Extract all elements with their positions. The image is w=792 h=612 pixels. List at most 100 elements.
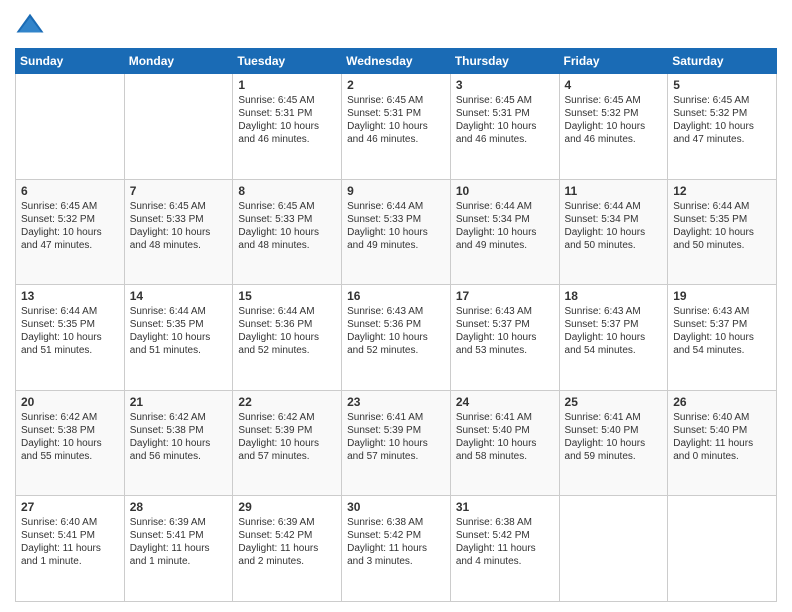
day-number: 15 [238,289,336,303]
weekday-header-monday: Monday [124,49,233,74]
day-number: 6 [21,184,119,198]
calendar-cell: 7 Sunrise: 6:45 AM Sunset: 5:33 PM Daylig… [124,179,233,285]
day-info: Sunrise: 6:39 AM Sunset: 5:41 PM Dayligh… [130,516,228,568]
day-number: 13 [21,289,119,303]
day-info: Sunrise: 6:44 AM Sunset: 5:34 PM Dayligh… [456,200,554,252]
calendar-cell: 1 Sunrise: 6:45 AM Sunset: 5:31 PM Daylig… [233,74,342,180]
calendar-cell: 19 Sunrise: 6:43 AM Sunset: 5:37 PM Dayli… [668,285,777,391]
calendar-cell: 6 Sunrise: 6:45 AM Sunset: 5:32 PM Daylig… [16,179,125,285]
weekday-header-sunday: Sunday [16,49,125,74]
day-number: 17 [456,289,554,303]
calendar-week-5: 27 Sunrise: 6:40 AM Sunset: 5:41 PM Dayli… [16,496,777,602]
calendar-table: SundayMondayTuesdayWednesdayThursdayFrid… [15,48,777,602]
weekday-header-row: SundayMondayTuesdayWednesdayThursdayFrid… [16,49,777,74]
day-info: Sunrise: 6:44 AM Sunset: 5:33 PM Dayligh… [347,200,445,252]
day-info: Sunrise: 6:45 AM Sunset: 5:31 PM Dayligh… [456,94,554,146]
calendar-cell: 23 Sunrise: 6:41 AM Sunset: 5:39 PM Dayli… [342,390,451,496]
day-info: Sunrise: 6:45 AM Sunset: 5:33 PM Dayligh… [238,200,336,252]
day-info: Sunrise: 6:39 AM Sunset: 5:42 PM Dayligh… [238,516,336,568]
calendar-cell: 9Sunrise: 6:44 AM Sunset: 5:33 PM Daylig… [342,179,451,285]
calendar-cell: 3 Sunrise: 6:45 AM Sunset: 5:31 PM Daylig… [450,74,559,180]
day-number: 31 [456,500,554,514]
day-number: 23 [347,395,445,409]
calendar-cell: 26Sunrise: 6:40 AM Sunset: 5:40 PM Dayli… [668,390,777,496]
day-info: Sunrise: 6:45 AM Sunset: 5:33 PM Dayligh… [130,200,228,252]
calendar-week-2: 6 Sunrise: 6:45 AM Sunset: 5:32 PM Daylig… [16,179,777,285]
day-number: 29 [238,500,336,514]
day-number: 20 [21,395,119,409]
day-number: 28 [130,500,228,514]
day-info: Sunrise: 6:44 AM Sunset: 5:34 PM Dayligh… [565,200,663,252]
day-number: 5 [673,78,771,92]
day-number: 7 [130,184,228,198]
weekday-header-saturday: Saturday [668,49,777,74]
day-number: 14 [130,289,228,303]
day-number: 1 [238,78,336,92]
day-number: 11 [565,184,663,198]
weekday-header-thursday: Thursday [450,49,559,74]
day-number: 10 [456,184,554,198]
day-info: Sunrise: 6:41 AM Sunset: 5:39 PM Dayligh… [347,411,445,463]
day-info: Sunrise: 6:44 AM Sunset: 5:35 PM Dayligh… [130,305,228,357]
day-number: 18 [565,289,663,303]
day-number: 27 [21,500,119,514]
day-number: 16 [347,289,445,303]
day-number: 4 [565,78,663,92]
day-number: 30 [347,500,445,514]
calendar-cell: 15Sunrise: 6:44 AM Sunset: 5:36 PM Dayli… [233,285,342,391]
day-info: Sunrise: 6:38 AM Sunset: 5:42 PM Dayligh… [456,516,554,568]
calendar-cell: 2Sunrise: 6:45 AM Sunset: 5:31 PM Daylig… [342,74,451,180]
calendar-cell: 4 Sunrise: 6:45 AM Sunset: 5:32 PM Daylig… [559,74,668,180]
calendar-week-3: 13 Sunrise: 6:44 AM Sunset: 5:35 PM Dayli… [16,285,777,391]
weekday-header-wednesday: Wednesday [342,49,451,74]
calendar-cell [559,496,668,602]
day-info: Sunrise: 6:42 AM Sunset: 5:38 PM Dayligh… [21,411,119,463]
header [15,10,777,40]
day-info: Sunrise: 6:43 AM Sunset: 5:37 PM Dayligh… [456,305,554,357]
day-number: 8 [238,184,336,198]
day-number: 24 [456,395,554,409]
calendar-cell: 13 Sunrise: 6:44 AM Sunset: 5:35 PM Dayli… [16,285,125,391]
day-info: Sunrise: 6:42 AM Sunset: 5:38 PM Dayligh… [130,411,228,463]
calendar-cell: 22Sunrise: 6:42 AM Sunset: 5:39 PM Dayli… [233,390,342,496]
calendar-cell: 17 Sunrise: 6:43 AM Sunset: 5:37 PM Dayli… [450,285,559,391]
day-number: 25 [565,395,663,409]
calendar-cell [124,74,233,180]
calendar-cell: 14 Sunrise: 6:44 AM Sunset: 5:35 PM Dayli… [124,285,233,391]
calendar-week-1: 1 Sunrise: 6:45 AM Sunset: 5:31 PM Daylig… [16,74,777,180]
calendar-cell: 24 Sunrise: 6:41 AM Sunset: 5:40 PM Dayli… [450,390,559,496]
calendar-cell: 10 Sunrise: 6:44 AM Sunset: 5:34 PM Dayli… [450,179,559,285]
weekday-header-tuesday: Tuesday [233,49,342,74]
day-number: 22 [238,395,336,409]
day-info: Sunrise: 6:45 AM Sunset: 5:32 PM Dayligh… [565,94,663,146]
calendar-body: 1 Sunrise: 6:45 AM Sunset: 5:31 PM Daylig… [16,74,777,602]
day-info: Sunrise: 6:45 AM Sunset: 5:31 PM Dayligh… [238,94,336,146]
day-info: Sunrise: 6:43 AM Sunset: 5:37 PM Dayligh… [673,305,771,357]
calendar-cell: 30Sunrise: 6:38 AM Sunset: 5:42 PM Dayli… [342,496,451,602]
day-info: Sunrise: 6:44 AM Sunset: 5:35 PM Dayligh… [21,305,119,357]
day-number: 3 [456,78,554,92]
day-number: 12 [673,184,771,198]
calendar-cell: 12 Sunrise: 6:44 AM Sunset: 5:35 PM Dayli… [668,179,777,285]
calendar-cell: 20 Sunrise: 6:42 AM Sunset: 5:38 PM Dayli… [16,390,125,496]
calendar-cell: 18 Sunrise: 6:43 AM Sunset: 5:37 PM Dayli… [559,285,668,391]
logo-icon [15,10,45,40]
calendar-cell: 11 Sunrise: 6:44 AM Sunset: 5:34 PM Dayli… [559,179,668,285]
calendar-cell: 8 Sunrise: 6:45 AM Sunset: 5:33 PM Daylig… [233,179,342,285]
day-info: Sunrise: 6:44 AM Sunset: 5:35 PM Dayligh… [673,200,771,252]
calendar-cell: 27 Sunrise: 6:40 AM Sunset: 5:41 PM Dayli… [16,496,125,602]
calendar-header: SundayMondayTuesdayWednesdayThursdayFrid… [16,49,777,74]
day-number: 19 [673,289,771,303]
day-info: Sunrise: 6:43 AM Sunset: 5:36 PM Dayligh… [347,305,445,357]
day-info: Sunrise: 6:41 AM Sunset: 5:40 PM Dayligh… [456,411,554,463]
day-info: Sunrise: 6:45 AM Sunset: 5:32 PM Dayligh… [673,94,771,146]
day-number: 26 [673,395,771,409]
weekday-header-friday: Friday [559,49,668,74]
day-info: Sunrise: 6:43 AM Sunset: 5:37 PM Dayligh… [565,305,663,357]
calendar-cell [16,74,125,180]
day-info: Sunrise: 6:40 AM Sunset: 5:41 PM Dayligh… [21,516,119,568]
calendar-cell: 31 Sunrise: 6:38 AM Sunset: 5:42 PM Dayli… [450,496,559,602]
day-info: Sunrise: 6:45 AM Sunset: 5:32 PM Dayligh… [21,200,119,252]
calendar-cell: 16 Sunrise: 6:43 AM Sunset: 5:36 PM Dayli… [342,285,451,391]
calendar-week-4: 20 Sunrise: 6:42 AM Sunset: 5:38 PM Dayli… [16,390,777,496]
